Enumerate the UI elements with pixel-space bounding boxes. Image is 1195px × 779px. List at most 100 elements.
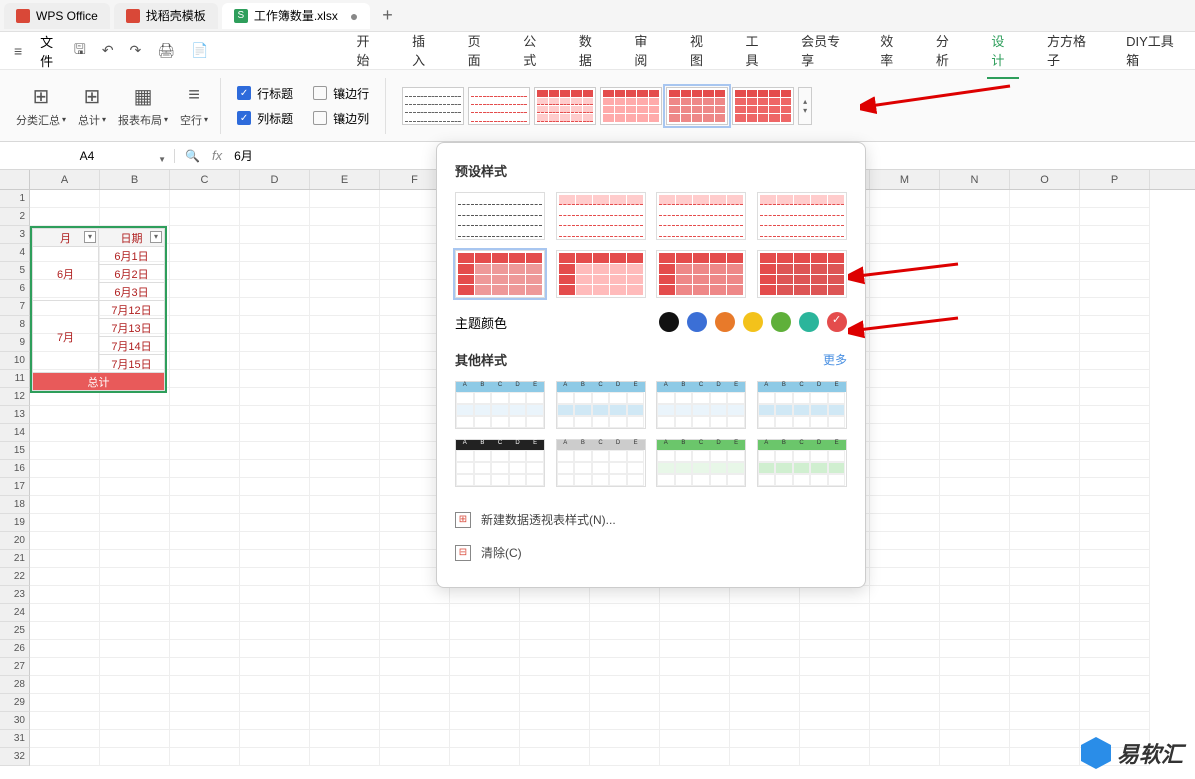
cell[interactable]: [870, 586, 940, 604]
ribbon-group-2[interactable]: ▦报表布局▾: [112, 84, 174, 128]
cell[interactable]: [310, 460, 380, 478]
cell[interactable]: [590, 658, 660, 676]
theme-color-swatch[interactable]: [799, 312, 819, 332]
row-header[interactable]: 26: [0, 640, 30, 658]
cell[interactable]: [800, 622, 870, 640]
preset-style-thumb[interactable]: [556, 192, 646, 240]
cell[interactable]: [380, 676, 450, 694]
cell[interactable]: [1080, 208, 1150, 226]
cell[interactable]: [240, 208, 310, 226]
menu-tab-4[interactable]: 数据: [575, 23, 607, 79]
row-header[interactable]: 14: [0, 424, 30, 442]
cell[interactable]: [1080, 190, 1150, 208]
cell[interactable]: [1080, 334, 1150, 352]
other-style-thumb[interactable]: ABCDE: [757, 439, 847, 487]
cell[interactable]: [1080, 460, 1150, 478]
cell[interactable]: [310, 226, 380, 244]
cell[interactable]: [30, 658, 100, 676]
cell[interactable]: [30, 532, 100, 550]
cell[interactable]: [240, 532, 310, 550]
cell[interactable]: [940, 676, 1010, 694]
cell[interactable]: [870, 550, 940, 568]
cell[interactable]: [240, 640, 310, 658]
cell[interactable]: [1010, 262, 1080, 280]
theme-color-swatch[interactable]: [687, 312, 707, 332]
cell[interactable]: [590, 694, 660, 712]
cell[interactable]: [310, 334, 380, 352]
cell[interactable]: [800, 712, 870, 730]
cell[interactable]: [240, 226, 310, 244]
cell[interactable]: [1080, 298, 1150, 316]
cell[interactable]: [1010, 676, 1080, 694]
cell[interactable]: [1080, 388, 1150, 406]
col-header[interactable]: N: [940, 170, 1010, 189]
cell[interactable]: [100, 442, 170, 460]
cell[interactable]: [240, 478, 310, 496]
cell[interactable]: [1080, 478, 1150, 496]
cell[interactable]: [1010, 190, 1080, 208]
cell[interactable]: [520, 748, 590, 766]
cell[interactable]: [100, 568, 170, 586]
filter-icon[interactable]: ▾: [150, 231, 162, 243]
cell[interactable]: [100, 658, 170, 676]
cell[interactable]: [170, 334, 240, 352]
cell[interactable]: [1010, 316, 1080, 334]
col-header[interactable]: M: [870, 170, 940, 189]
cell[interactable]: [100, 694, 170, 712]
row-header[interactable]: 10: [0, 352, 30, 370]
row-header[interactable]: 24: [0, 604, 30, 622]
cell[interactable]: [940, 532, 1010, 550]
other-style-thumb[interactable]: ABCDE: [757, 381, 847, 429]
cell[interactable]: [800, 730, 870, 748]
cell[interactable]: [170, 694, 240, 712]
row-header[interactable]: 31: [0, 730, 30, 748]
cell[interactable]: [450, 658, 520, 676]
cell[interactable]: [100, 478, 170, 496]
ribbon-group-1[interactable]: ⊞总计▾: [72, 84, 112, 128]
cell[interactable]: [170, 568, 240, 586]
col-header[interactable]: C: [170, 170, 240, 189]
ribbon-style-thumb[interactable]: [732, 87, 794, 125]
cell[interactable]: [1010, 370, 1080, 388]
cell[interactable]: [590, 604, 660, 622]
fx-icon[interactable]: fx: [212, 148, 222, 163]
cell[interactable]: [940, 208, 1010, 226]
cell[interactable]: [870, 694, 940, 712]
row-header[interactable]: 2: [0, 208, 30, 226]
cell[interactable]: [730, 676, 800, 694]
chevron-down-icon[interactable]: ▼: [158, 155, 166, 164]
cell[interactable]: [170, 496, 240, 514]
cell[interactable]: [1010, 514, 1080, 532]
cell[interactable]: [870, 352, 940, 370]
cell[interactable]: [170, 190, 240, 208]
cell[interactable]: [450, 730, 520, 748]
cell[interactable]: [730, 586, 800, 604]
cell[interactable]: [1010, 460, 1080, 478]
preset-style-thumb[interactable]: [757, 192, 847, 240]
cell[interactable]: [310, 640, 380, 658]
cell[interactable]: [1080, 226, 1150, 244]
cell[interactable]: [1080, 424, 1150, 442]
cell[interactable]: [450, 676, 520, 694]
cell[interactable]: [1080, 550, 1150, 568]
cell[interactable]: [1080, 316, 1150, 334]
cell[interactable]: [240, 244, 310, 262]
cell[interactable]: [100, 424, 170, 442]
cell[interactable]: [100, 514, 170, 532]
cell[interactable]: [1080, 586, 1150, 604]
other-style-thumb[interactable]: ABCDE: [556, 439, 646, 487]
cell[interactable]: [30, 622, 100, 640]
cell[interactable]: [30, 406, 100, 424]
cell[interactable]: [380, 712, 450, 730]
cell[interactable]: [660, 712, 730, 730]
cell[interactable]: [870, 406, 940, 424]
cell[interactable]: [240, 568, 310, 586]
row-header[interactable]: 11: [0, 370, 30, 388]
cell[interactable]: [240, 460, 310, 478]
theme-color-swatch[interactable]: [771, 312, 791, 332]
cell[interactable]: [310, 658, 380, 676]
cell[interactable]: [100, 550, 170, 568]
cell[interactable]: [310, 586, 380, 604]
cell[interactable]: [100, 748, 170, 766]
pivot-header-date[interactable]: 日期▾: [99, 229, 165, 247]
